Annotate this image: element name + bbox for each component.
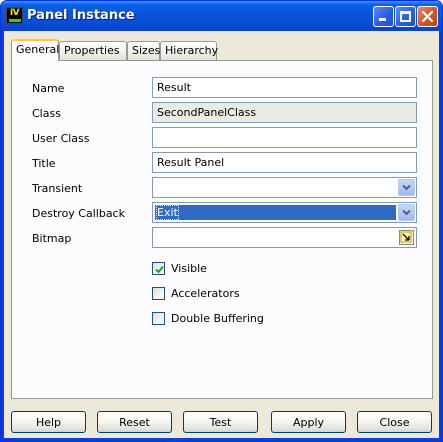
transient-dropdown-button[interactable] [398, 179, 415, 196]
double-buffering-label: Double Buffering [171, 312, 264, 325]
transient-dropdown[interactable] [152, 177, 417, 198]
tab-properties[interactable]: Properties [59, 41, 127, 60]
chevron-down-icon [402, 209, 411, 216]
close-window-button[interactable] [417, 6, 438, 27]
tab-sizes[interactable]: Sizes [127, 41, 160, 60]
visible-checkbox-row[interactable]: Visible [152, 261, 207, 276]
help-button[interactable]: Help [11, 411, 86, 433]
title-bar[interactable]: IV Panel Instance [1, 1, 442, 31]
minimize-button[interactable] [373, 6, 394, 27]
accelerators-checkbox[interactable] [152, 287, 165, 300]
accelerators-checkbox-row[interactable]: Accelerators [152, 286, 240, 301]
destroy-callback-label: Destroy Callback [32, 207, 125, 220]
window-title: Panel Instance [27, 8, 135, 23]
test-button[interactable]: Test [183, 411, 258, 433]
checkmark-icon [155, 265, 164, 274]
app-icon: IV [6, 7, 23, 24]
destroy-callback-value: Exit [156, 205, 179, 220]
apply-button[interactable]: Apply [271, 411, 346, 433]
name-field[interactable]: Result [152, 77, 417, 98]
destroy-callback-dropdown[interactable]: Exit [152, 202, 417, 223]
accelerators-label: Accelerators [171, 287, 240, 300]
tab-hierarchy[interactable]: Hierarchy [160, 41, 218, 60]
double-buffering-checkbox[interactable] [152, 312, 165, 325]
user-class-label: User Class [32, 132, 90, 145]
close-icon [422, 11, 433, 22]
bitmap-label: Bitmap [32, 232, 72, 245]
title-field[interactable]: Result Panel [152, 152, 417, 173]
visible-checkbox[interactable] [152, 262, 165, 275]
title-label: Title [32, 157, 56, 170]
close-button[interactable]: Close [357, 411, 432, 433]
browse-arrow-icon [400, 231, 412, 243]
name-label: Name [32, 82, 65, 95]
maximize-button[interactable] [395, 6, 416, 27]
bitmap-browse-button[interactable] [399, 230, 414, 245]
general-tab-panel: Name Result Class SecondPanelClass User … [11, 60, 433, 399]
double-buffering-checkbox-row[interactable]: Double Buffering [152, 311, 264, 326]
reset-button[interactable]: Reset [97, 411, 172, 433]
visible-label: Visible [171, 262, 207, 275]
transient-label: Transient [32, 182, 83, 195]
class-label: Class [32, 107, 61, 120]
panel-instance-window: IV Panel Instance General Properties Siz… [0, 0, 443, 442]
minimize-icon [379, 18, 386, 21]
bitmap-field[interactable] [152, 227, 417, 248]
class-field: SecondPanelClass [152, 102, 417, 123]
chevron-down-icon [402, 184, 411, 191]
tab-general[interactable]: General [11, 39, 59, 61]
app-icon-label: IV [9, 8, 20, 18]
maximize-icon [400, 11, 411, 22]
destroy-callback-dropdown-button[interactable] [398, 204, 415, 221]
user-class-field[interactable] [152, 127, 417, 148]
